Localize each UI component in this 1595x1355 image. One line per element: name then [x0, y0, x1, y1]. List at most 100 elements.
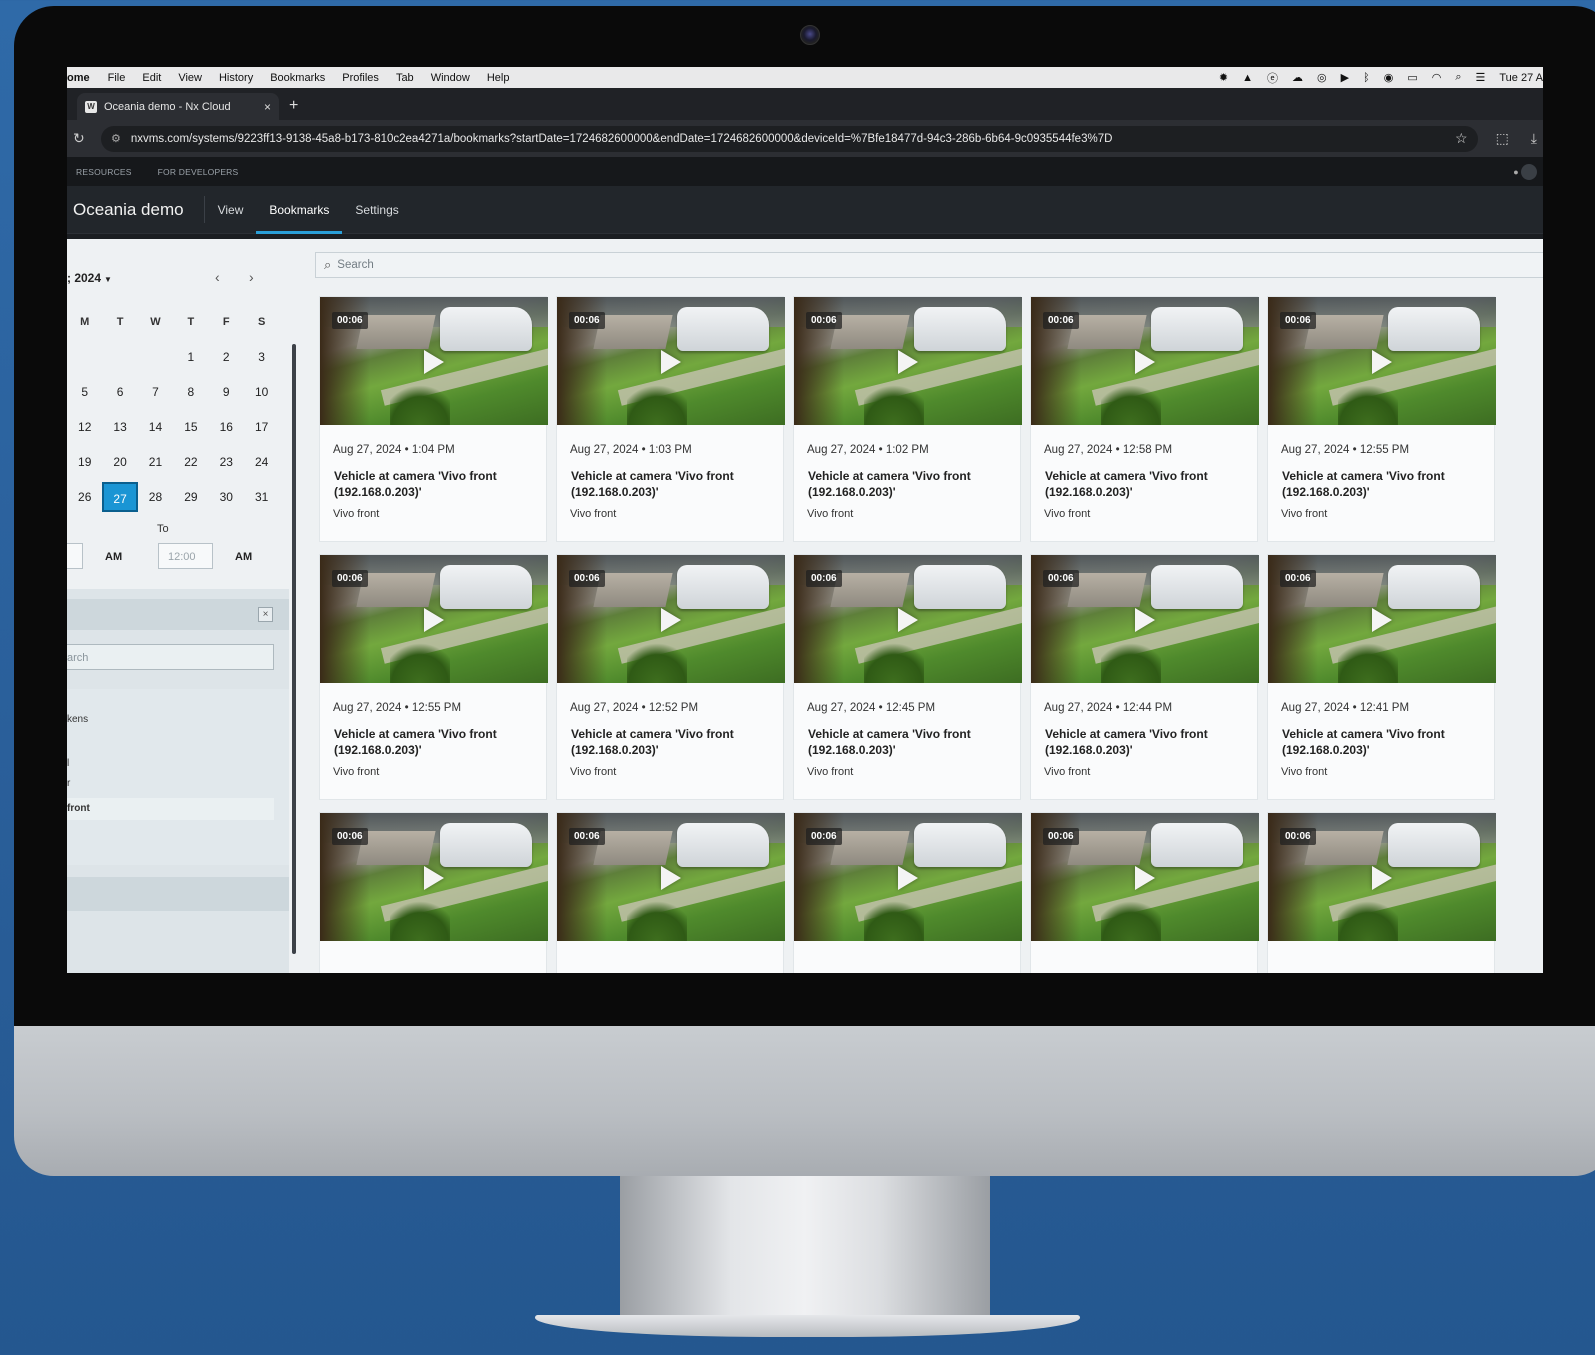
play-icon[interactable] — [424, 608, 444, 632]
bookmark-card[interactable]: 00:06 — [1030, 812, 1259, 973]
bookmark-thumbnail[interactable]: 00:06 — [1031, 813, 1259, 941]
bookmark-card[interactable]: 00:06 Aug 27, 2024 • 12:55 PM Vehicle at c… — [319, 554, 548, 800]
play-icon[interactable] — [1135, 350, 1155, 374]
bookmark-card[interactable]: 00:06 Aug 27, 2024 • 12:45 PM Vehicle at c… — [793, 554, 1022, 800]
calendar-day[interactable]: 8 — [173, 377, 208, 407]
bookmark-thumbnail[interactable]: 00:06 — [794, 297, 1022, 425]
play-icon[interactable] — [424, 350, 444, 374]
calendar-day[interactable]: 28 — [138, 482, 173, 512]
menu-help[interactable]: Help — [487, 72, 510, 84]
calendar-day[interactable]: 1 — [173, 342, 208, 372]
menu-file[interactable]: File — [108, 72, 126, 84]
month-selector[interactable]: ; 2024 ▼ — [67, 271, 112, 285]
chevron-left-icon[interactable]: ‹ — [215, 269, 220, 285]
menu-app-name[interactable]: ome — [67, 72, 90, 84]
calendar-day[interactable]: 24 — [244, 447, 279, 477]
bookmark-thumbnail[interactable]: 00:06 — [320, 813, 548, 941]
bookmark-thumbnail[interactable]: 00:06 — [1268, 555, 1496, 683]
menu-edit[interactable]: Edit — [142, 72, 161, 84]
calendar-day[interactable]: 6 — [102, 377, 137, 407]
calendar-day[interactable]: 23 — [209, 447, 244, 477]
bookmark-card[interactable]: 00:06 Aug 27, 2024 • 12:52 PM Vehicle at c… — [556, 554, 785, 800]
bookmark-card[interactable]: 00:06 Aug 27, 2024 • 1:02 PM Vehicle at ca… — [793, 296, 1022, 542]
bookmark-thumbnail[interactable]: 00:06 — [557, 297, 785, 425]
cloud-icon[interactable]: ☁ — [1292, 71, 1303, 84]
bookmark-search[interactable]: ⌕ Search — [315, 252, 1543, 278]
calendar-day[interactable]: 16 — [209, 412, 244, 442]
calendar-day[interactable]: 19 — [67, 447, 102, 477]
tab-settings[interactable]: Settings — [342, 186, 411, 233]
bookmark-thumbnail[interactable]: 00:06 — [320, 297, 548, 425]
menu-bookmarks[interactable]: Bookmarks — [270, 72, 325, 84]
bookmark-card[interactable]: 00:06 — [556, 812, 785, 973]
play-icon[interactable] — [1372, 866, 1392, 890]
close-icon[interactable]: × — [258, 607, 273, 622]
calendar-day[interactable]: 26 — [67, 482, 102, 512]
chevron-right-icon[interactable]: › — [249, 269, 254, 285]
bookmark-card[interactable]: 00:06 Aug 27, 2024 • 12:41 PM Vehicle at c… — [1267, 554, 1496, 800]
bookmark-card[interactable]: 00:06 Aug 27, 2024 • 12:55 PM Vehicle at c… — [1267, 296, 1496, 542]
airdrop-icon[interactable]: ◎ — [1317, 71, 1327, 84]
bookmark-thumbnail[interactable]: 00:06 — [794, 813, 1022, 941]
play-icon[interactable] — [661, 866, 681, 890]
camera-list-item[interactable]: l — [67, 758, 69, 769]
menubar-clock[interactable]: Tue 27 A — [1499, 72, 1543, 84]
calendar-day[interactable]: 29 — [173, 482, 208, 512]
new-tab-button[interactable]: + — [289, 97, 298, 115]
bookmark-card[interactable]: 00:06 Aug 27, 2024 • 12:44 PM Vehicle at c… — [1030, 554, 1259, 800]
play-icon[interactable] — [1135, 608, 1155, 632]
bookmark-thumbnail[interactable]: 00:06 — [1268, 297, 1496, 425]
download-icon[interactable]: ⤓ — [1531, 130, 1537, 147]
calendar-day[interactable]: 15 — [173, 412, 208, 442]
bookmark-card[interactable]: 00:06 — [793, 812, 1022, 973]
calendar-day[interactable]: 12 — [67, 412, 102, 442]
calendar-day-selected[interactable]: 27 — [102, 481, 138, 512]
bookmark-thumbnail[interactable]: 00:06 — [1268, 813, 1496, 941]
camera-list-item-selected[interactable]: front — [67, 798, 274, 820]
menu-view[interactable]: View — [178, 72, 202, 84]
play-icon[interactable] — [1372, 350, 1392, 374]
menu-profiles[interactable]: Profiles — [342, 72, 379, 84]
bookmark-thumbnail[interactable]: 00:06 — [320, 555, 548, 683]
nav-for-developers[interactable]: FOR DEVELOPERS — [158, 167, 239, 177]
address-bar[interactable]: ⚙ nxvms.com/systems/9223ff13-9138-45a8-b… — [101, 125, 1478, 152]
control-center-icon[interactable]: ☰ — [1476, 71, 1486, 84]
tab-bookmarks[interactable]: Bookmarks — [256, 186, 343, 234]
camera-list-item[interactable]: kens — [67, 714, 88, 725]
play-icon[interactable] — [661, 350, 681, 374]
battery-icon[interactable]: ▭ — [1407, 71, 1417, 84]
calendar-day[interactable]: 30 — [209, 482, 244, 512]
bluetooth-icon[interactable]: ᛒ — [1363, 72, 1370, 84]
play-icon[interactable] — [1135, 866, 1155, 890]
user-circle-icon[interactable]: ◉ — [1384, 71, 1394, 84]
camera-search-input[interactable]: arch — [67, 644, 274, 670]
sidebar-scrollbar[interactable] — [292, 344, 296, 954]
play-icon[interactable] — [661, 608, 681, 632]
tab-close-icon[interactable]: × — [264, 100, 271, 114]
bookmark-card[interactable]: 00:06 Aug 27, 2024 • 1:03 PM Vehicle at ca… — [556, 296, 785, 542]
sun-icon[interactable]: ✹ — [1219, 71, 1228, 84]
bookmark-thumbnail[interactable]: 00:06 — [557, 813, 785, 941]
bookmark-thumbnail[interactable]: 00:06 — [794, 555, 1022, 683]
calendar-day[interactable]: 9 — [209, 377, 244, 407]
bookmark-thumbnail[interactable]: 00:06 — [1031, 297, 1259, 425]
url-text[interactable]: nxvms.com/systems/9223ff13-9138-45a8-b17… — [131, 133, 1447, 145]
wifi-icon[interactable]: ◠ — [1432, 71, 1442, 84]
calendar-day[interactable]: 22 — [173, 447, 208, 477]
reload-icon[interactable]: ↻ — [73, 130, 101, 147]
play-circle-icon[interactable]: ▶ — [1341, 71, 1349, 84]
calendar-day[interactable]: 21 — [138, 447, 173, 477]
play-icon[interactable] — [424, 866, 444, 890]
play-icon[interactable] — [898, 866, 918, 890]
to-ampm-toggle[interactable]: AM — [235, 551, 252, 563]
menu-history[interactable]: History — [219, 72, 253, 84]
site-info-icon[interactable]: ⚙ — [111, 132, 121, 145]
calendar-day[interactable]: 17 — [244, 412, 279, 442]
bookmark-thumbnail[interactable]: 00:06 — [1031, 555, 1259, 683]
drive-icon[interactable]: ▲ — [1242, 72, 1253, 84]
star-icon[interactable]: ☆ — [1455, 130, 1468, 147]
user-avatar[interactable]: ● — [1513, 164, 1537, 180]
calendar-day[interactable]: 3 — [244, 342, 279, 372]
nav-resources[interactable]: RESOURCES — [76, 167, 132, 177]
camera-list-item[interactable]: r — [67, 778, 70, 789]
